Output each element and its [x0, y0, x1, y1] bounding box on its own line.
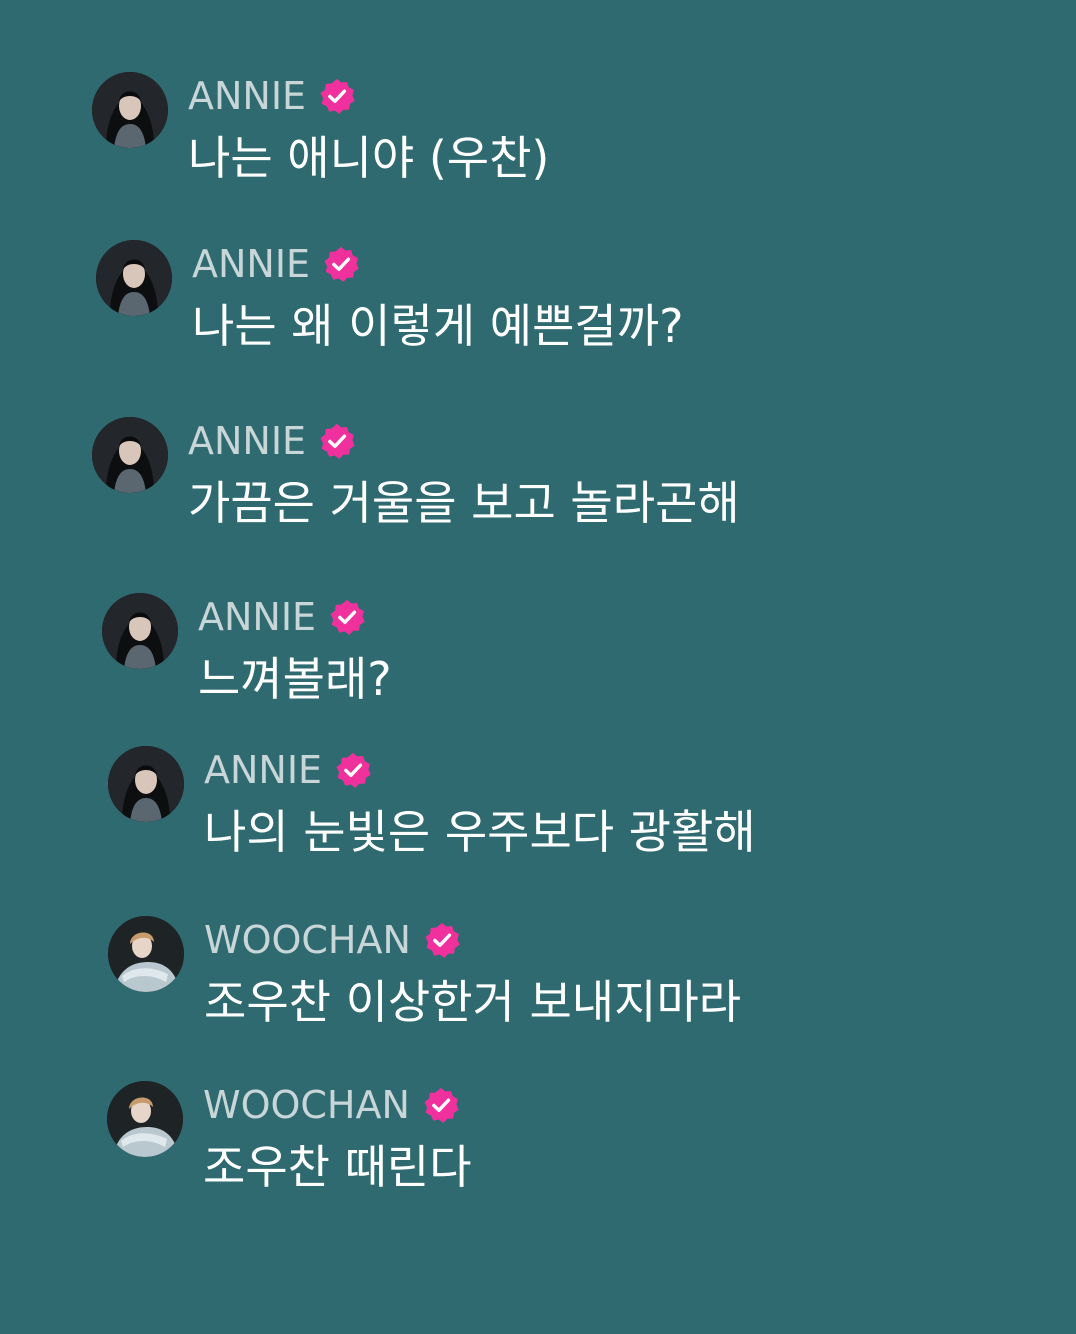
- message-text: 조우찬 이상한거 보내지마라: [204, 975, 742, 1029]
- woochan-avatar-image: [107, 1081, 183, 1157]
- verified-badge-icon: [424, 1087, 459, 1123]
- message-text: 나의 눈빛은 우주보다 광활해: [204, 805, 756, 859]
- message-header: ANNIE: [192, 242, 360, 286]
- chat-message: ANNIE 나의 눈빛은 우주보다 광활해: [108, 746, 1008, 886]
- verified-badge-icon: [324, 246, 359, 282]
- message-header: ANNIE: [198, 595, 366, 639]
- chat-message: ANNIE 느껴볼래?: [102, 593, 1002, 733]
- avatar[interactable]: [102, 593, 178, 669]
- annie-avatar-image: [108, 746, 184, 822]
- username[interactable]: ANNIE: [198, 595, 316, 639]
- avatar[interactable]: [92, 72, 168, 148]
- message-text: 조우찬 때린다: [203, 1140, 472, 1194]
- annie-avatar-image: [92, 72, 168, 148]
- chat-message: WOOCHAN 조우찬 때린다: [107, 1081, 1007, 1221]
- message-header: ANNIE: [188, 74, 356, 118]
- chat-message: ANNIE 나는 애니야 (우찬): [92, 72, 992, 212]
- username[interactable]: WOOCHAN: [203, 1083, 410, 1127]
- message-text: 나는 왜 이렇게 예쁜걸까?: [192, 299, 684, 353]
- message-header: WOOCHAN: [203, 1083, 460, 1127]
- chat-message: WOOCHAN 조우찬 이상한거 보내지마라: [108, 916, 1008, 1056]
- username[interactable]: ANNIE: [192, 242, 310, 286]
- message-header: ANNIE: [188, 419, 356, 463]
- username[interactable]: ANNIE: [188, 74, 306, 118]
- message-text: 가끔은 거울을 보고 놀라곤해: [188, 476, 740, 530]
- avatar[interactable]: [92, 417, 168, 493]
- message-header: WOOCHAN: [204, 918, 461, 962]
- avatar[interactable]: [107, 1081, 183, 1157]
- username[interactable]: WOOCHAN: [204, 918, 411, 962]
- verified-badge-icon: [320, 78, 355, 114]
- chat-message: ANNIE 가끔은 거울을 보고 놀라곤해: [92, 417, 992, 557]
- avatar[interactable]: [108, 916, 184, 992]
- woochan-avatar-image: [108, 916, 184, 992]
- annie-avatar-image: [92, 417, 168, 493]
- message-text: 느껴볼래?: [198, 652, 392, 706]
- username[interactable]: ANNIE: [188, 419, 306, 463]
- message-header: ANNIE: [204, 748, 372, 792]
- verified-badge-icon: [330, 599, 365, 635]
- message-text: 나는 애니야 (우찬): [188, 131, 550, 185]
- chat-message-list: ANNIE 나는 애니야 (우찬) ANNIE 나는 왜 이렇게 예쁜걸까? A…: [0, 0, 1076, 1334]
- annie-avatar-image: [96, 240, 172, 316]
- username[interactable]: ANNIE: [204, 748, 322, 792]
- verified-badge-icon: [336, 752, 371, 788]
- verified-badge-icon: [425, 922, 460, 958]
- avatar[interactable]: [96, 240, 172, 316]
- avatar[interactable]: [108, 746, 184, 822]
- chat-message: ANNIE 나는 왜 이렇게 예쁜걸까?: [96, 240, 996, 380]
- verified-badge-icon: [320, 423, 355, 459]
- annie-avatar-image: [102, 593, 178, 669]
